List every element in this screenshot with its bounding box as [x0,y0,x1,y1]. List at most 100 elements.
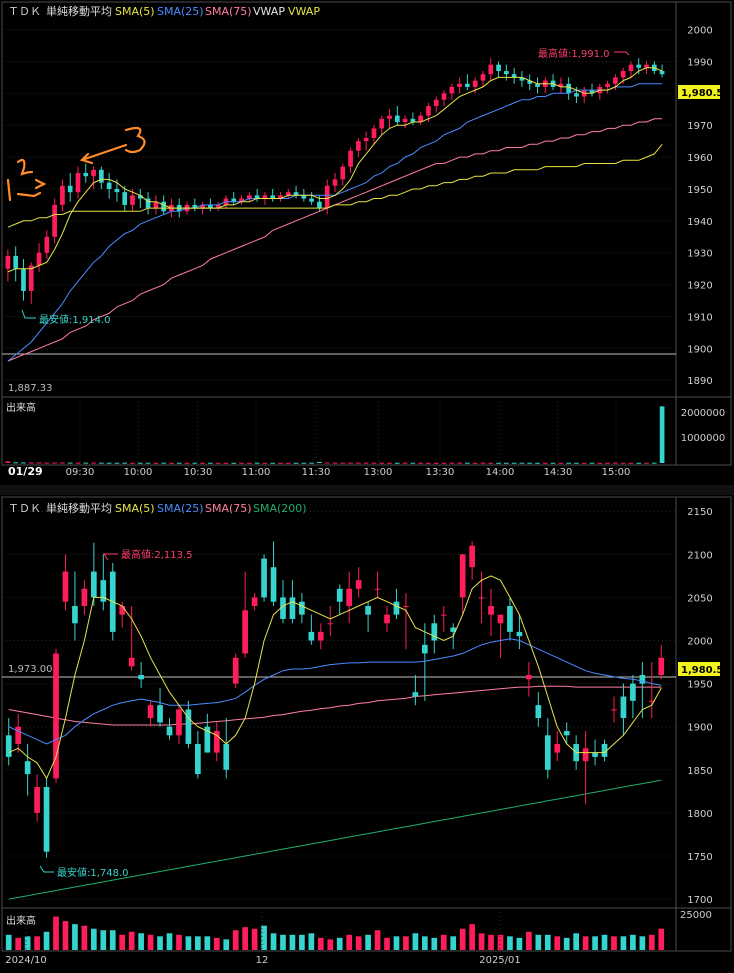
volume-bar [60,462,65,464]
volume-bar [658,928,665,950]
candle-body [161,201,166,212]
volume-bar [613,462,618,464]
volume-bar [62,921,69,950]
volume-bar [356,462,361,464]
volume-bar [620,462,626,464]
volume-bar [280,934,286,950]
candle-body [67,185,73,193]
volume-bar [147,934,154,950]
candle-body [374,588,381,590]
volume-bar [91,462,96,464]
candle-body [62,571,69,602]
y-tick-label: 2000 [687,26,712,37]
daily-volume-label: 出来高 [6,914,36,927]
candle-body [28,265,34,291]
volume-bar [639,936,646,950]
candle-body [81,588,88,607]
intraday-legend-sma25: SMA(25) [157,5,204,18]
y-tick-label: 2100 [687,550,712,561]
candle-body [336,588,343,602]
y-tick-label: 1930 [687,249,712,260]
volume-bar [371,462,377,464]
candle-body [36,252,42,266]
x-tick-label: 13:00 [364,467,393,478]
volume-bar [628,462,634,464]
candle-body [119,606,126,615]
intraday-legend-method: 単純移動平均 [46,4,112,18]
volume-bar [289,934,296,950]
candle-body [309,198,314,202]
x-tick-label: 09:30 [66,467,95,478]
candle-body [128,657,135,667]
candle-body [554,743,561,753]
candle-body [340,166,346,180]
candle-body [91,571,97,598]
volume-bar [184,462,190,464]
volume-bar [527,462,533,464]
candle-body [138,674,144,680]
y-tick-label: 1990 [687,57,712,68]
volume-bar [488,462,494,464]
candle-body [440,614,447,616]
volume-bar [431,937,438,950]
volume-bar [519,462,525,464]
volume-bar [403,936,409,950]
candle-body [91,169,96,177]
volume-bar [153,462,159,464]
y-tick-label: 1800 [687,809,712,820]
volume-bar [355,936,362,950]
volume-bar [441,462,447,464]
volume-bar [5,461,11,463]
y-tick-label: 1900 [687,723,712,734]
volume-bar [169,462,174,464]
candle-body [232,657,239,684]
volume-bar [293,462,299,464]
volume-bar [15,937,22,950]
candle-body [21,268,26,291]
candle-body [348,150,353,167]
intraday-date-label: 01/29 [8,465,43,478]
x-tick-label: 10:00 [124,467,153,478]
y-tick-label: 1940 [687,217,712,228]
volume-bar [478,933,485,950]
volume-bar [346,934,353,950]
candle-body [393,601,400,615]
volume-bar [128,931,135,950]
candle-body [384,614,390,624]
candle-body [426,106,431,116]
candle-body [659,71,665,75]
volume-bar [67,462,73,464]
volume-bar [43,931,50,950]
candle-body [544,735,551,770]
candle-body [636,64,642,68]
volume-bar [648,934,655,950]
volume-bar [254,462,260,464]
daily-panel: 2150 2100 2050 2000 1950 1900 1850 1800 1750 1700… [1,496,732,966]
volume-bar [317,937,324,950]
candle-body [327,623,334,625]
candle-body [526,674,532,680]
volume-bar [52,462,57,464]
intraday-min-label: 最安値:1,914.0 [39,313,111,326]
candle-body [355,580,362,589]
candle-body [628,64,634,72]
volume-bar [176,462,182,464]
x-tick-label: 10:30 [184,467,213,478]
volume-bar [36,462,42,464]
candle-body [433,99,439,107]
volume-bar [13,462,19,464]
y-tick-label: 1900 [687,344,712,355]
volume-bar [542,462,548,464]
volume-bar [394,462,400,464]
y-tick-label: 1970 [687,121,712,132]
candle-body [496,64,501,72]
volume-bar [91,928,97,950]
candle-body [441,93,447,100]
volume-bar [231,462,237,464]
volume-tick-label: 1000000 [681,433,726,444]
candle-body [13,255,19,269]
candle-body [582,748,589,762]
candle-body [478,597,485,599]
volume-bar [122,462,128,464]
daily-ref-label: 1,973.00 [8,664,53,675]
